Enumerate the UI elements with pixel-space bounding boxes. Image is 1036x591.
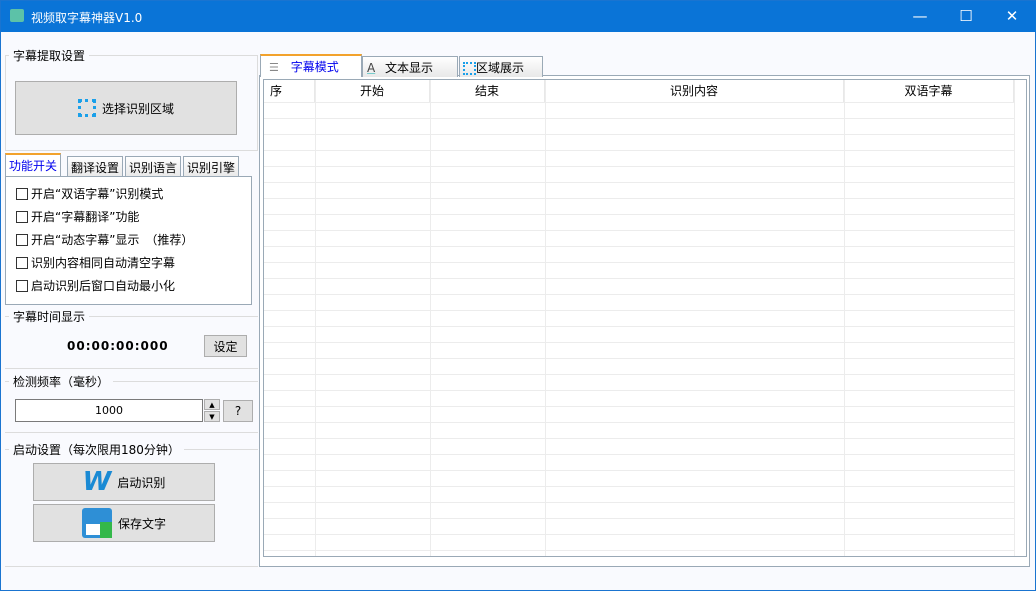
save-label: 保存文字 bbox=[117, 516, 166, 531]
tab-function-switch[interactable]: 功能开关 bbox=[5, 153, 62, 177]
select-area-button[interactable]: 选择识别区域 bbox=[15, 81, 237, 135]
row-gridline bbox=[264, 470, 1014, 471]
frequency-input[interactable]: 1000 bbox=[15, 399, 203, 422]
minimize-button[interactable]: — bbox=[897, 1, 943, 32]
row-gridline bbox=[264, 390, 1014, 391]
set-time-button[interactable]: 设定 bbox=[204, 335, 247, 357]
column-gridline bbox=[545, 80, 546, 556]
floppy-save-icon bbox=[81, 508, 112, 538]
tab-recognition-language[interactable]: 识别语言 bbox=[125, 156, 182, 177]
close-button[interactable]: ✕ bbox=[989, 1, 1035, 32]
spin-up-button[interactable]: ▲ bbox=[204, 399, 220, 410]
app-icon bbox=[10, 9, 24, 22]
row-gridline bbox=[264, 134, 1014, 135]
w-logo-icon: W bbox=[82, 467, 112, 497]
text-icon: A bbox=[367, 61, 376, 75]
option-bilingual[interactable]: 开启“双语字幕”识别模式 bbox=[16, 185, 163, 202]
frequency-group-label: 检测频率（毫秒） bbox=[9, 373, 114, 390]
save-text-button[interactable]: 保存文字 bbox=[33, 504, 215, 542]
title-bar: 视频取字幕神器V1.0 — ☐ ✕ bbox=[1, 1, 1036, 32]
column-gridline bbox=[1014, 80, 1015, 556]
column-header-end[interactable]: 结束 bbox=[430, 80, 545, 102]
checkbox[interactable] bbox=[16, 279, 28, 292]
row-gridline bbox=[264, 102, 1014, 103]
tab-area-display[interactable]: 区域展示 bbox=[459, 56, 543, 77]
row-gridline bbox=[264, 246, 1014, 247]
tab-label: 字幕模式 bbox=[290, 60, 339, 74]
row-gridline bbox=[264, 150, 1014, 151]
tab-text-display[interactable]: A 文本显示 bbox=[362, 56, 458, 77]
column-gridline bbox=[844, 80, 845, 556]
column-header-index[interactable]: 序 bbox=[264, 80, 315, 102]
spin-down-button[interactable]: ▼ bbox=[204, 411, 220, 422]
help-button[interactable]: ? bbox=[223, 400, 253, 422]
tab-translation-settings[interactable]: 翻译设置 bbox=[67, 156, 124, 177]
list-icon: ☰ bbox=[269, 61, 279, 74]
row-gridline bbox=[264, 166, 1014, 167]
row-gridline bbox=[264, 326, 1014, 327]
option-label: 开启“双语字幕”识别模式 bbox=[31, 187, 164, 201]
row-gridline bbox=[264, 454, 1014, 455]
row-gridline bbox=[264, 358, 1014, 359]
selection-icon bbox=[77, 99, 96, 117]
row-gridline bbox=[264, 198, 1014, 199]
row-gridline bbox=[264, 502, 1014, 503]
row-gridline bbox=[264, 550, 1014, 551]
start-recognition-button[interactable]: W 启动识别 bbox=[33, 463, 215, 501]
row-gridline bbox=[264, 278, 1014, 279]
extract-settings-label: 字幕提取设置 bbox=[9, 47, 90, 64]
column-header-bilingual[interactable]: 双语字幕 bbox=[844, 80, 1014, 102]
option-translate[interactable]: 开启“字幕翻译”功能 bbox=[16, 208, 139, 225]
row-gridline bbox=[264, 294, 1014, 295]
checkbox[interactable] bbox=[16, 233, 28, 246]
option-auto-clear[interactable]: 识别内容相同自动清空字幕 bbox=[16, 254, 175, 271]
option-label: 启动识别后窗口自动最小化 bbox=[31, 279, 176, 293]
column-header-content[interactable]: 识别内容 bbox=[545, 80, 844, 102]
time-group-label: 字幕时间显示 bbox=[9, 308, 90, 325]
option-label: 识别内容相同自动清空字幕 bbox=[31, 256, 176, 270]
column-gridline bbox=[315, 80, 316, 556]
row-gridline bbox=[264, 182, 1014, 183]
row-gridline bbox=[264, 262, 1014, 263]
start-group-label: 启动设置（每次限用180分钟） bbox=[9, 441, 184, 458]
maximize-button[interactable]: ☐ bbox=[943, 1, 989, 32]
start-label: 启动识别 bbox=[117, 475, 166, 490]
option-auto-minimize[interactable]: 启动识别后窗口自动最小化 bbox=[16, 277, 175, 294]
row-gridline bbox=[264, 518, 1014, 519]
select-area-label: 选择识别区域 bbox=[101, 101, 174, 116]
row-gridline bbox=[264, 310, 1014, 311]
column-header-start[interactable]: 开始 bbox=[315, 80, 430, 102]
selection-icon bbox=[463, 62, 476, 75]
options-panel: 开启“双语字幕”识别模式 开启“字幕翻译”功能 开启“动态字幕”显示 （推荐） … bbox=[5, 176, 252, 305]
checkbox[interactable] bbox=[16, 187, 28, 200]
tab-label: 文本显示 bbox=[385, 61, 434, 75]
tab-subtitle-mode[interactable]: ☰ 字幕模式 bbox=[260, 54, 362, 77]
row-gridline bbox=[264, 230, 1014, 231]
window-title: 视频取字幕神器V1.0 bbox=[31, 11, 143, 25]
time-display: 00:00:00:000 bbox=[67, 339, 169, 353]
tab-recognition-engine[interactable]: 识别引擎 bbox=[183, 156, 240, 177]
row-gridline bbox=[264, 342, 1014, 343]
checkbox[interactable] bbox=[16, 210, 28, 223]
option-dynamic[interactable]: 开启“动态字幕”显示 （推荐） bbox=[16, 231, 193, 248]
option-label: 开启“动态字幕”显示 （推荐） bbox=[31, 233, 194, 247]
row-gridline bbox=[264, 406, 1014, 407]
row-gridline bbox=[264, 374, 1014, 375]
tab-label: 区域展示 bbox=[476, 61, 525, 75]
option-label: 开启“字幕翻译”功能 bbox=[31, 210, 140, 224]
row-gridline bbox=[264, 486, 1014, 487]
row-gridline bbox=[264, 438, 1014, 439]
column-gridline bbox=[430, 80, 431, 556]
row-gridline bbox=[264, 214, 1014, 215]
row-gridline bbox=[264, 118, 1014, 119]
row-gridline bbox=[264, 534, 1014, 535]
subtitle-table[interactable]: 序 开始 结束 识别内容 双语字幕 bbox=[263, 79, 1027, 557]
checkbox[interactable] bbox=[16, 256, 28, 269]
row-gridline bbox=[264, 422, 1014, 423]
